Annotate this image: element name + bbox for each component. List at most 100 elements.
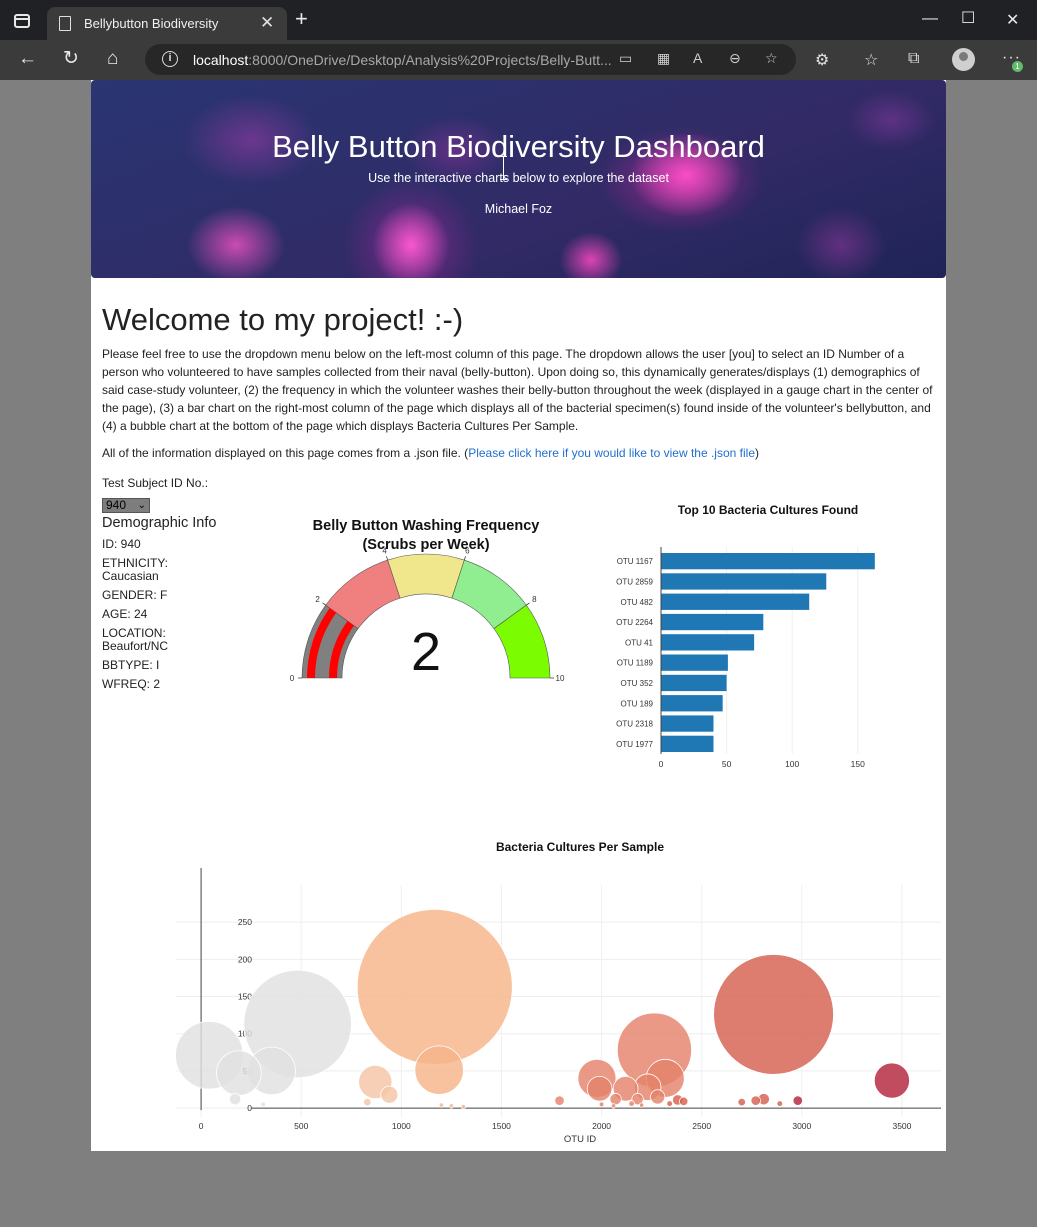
bacteria-bubble-chart: Bacteria Cultures Per Sample050100150200… [175,840,941,1145]
intro-paragraph: Please feel free to use the dropdown men… [102,347,933,433]
bar [661,553,875,570]
bar-category-label: OTU 2318 [616,720,653,729]
gauge-tick-label: 4 [382,547,387,556]
demographic-row: WFREQ: 2 [102,677,161,691]
bubble [380,1085,399,1104]
bar [661,695,723,712]
welcome-heading: Welcome to my project! :-) [102,302,464,337]
bar [661,613,764,631]
refresh-icon[interactable]: ↻ [63,48,79,70]
browser-tab[interactable]: Bellybutton Biodiversity ✕ [47,7,287,40]
bar [661,654,728,671]
bubble [438,1102,444,1108]
bar-category-label: OTU 1189 [617,659,654,668]
bubble [792,1095,803,1106]
subject-id-label: Test Subject ID No.: [102,476,209,490]
gauge-tick [526,602,530,606]
bubble-x-tick-label: 500 [294,1121,308,1131]
bar-x-tick-label: 150 [851,759,865,769]
collections-icon[interactable]: ⧉ [908,50,919,68]
home-icon[interactable]: ⌂ [107,48,118,70]
bar [661,573,827,590]
maximize-icon[interactable]: ☐ [961,8,975,28]
bar-category-label: OTU 1977 [616,740,653,749]
bubble [554,1095,565,1106]
grid-icon[interactable]: ▦ [657,50,670,67]
bubble-y-tick-label: 200 [238,954,252,964]
bubble [713,954,834,1075]
demographic-row: AGE: 24 [102,607,148,621]
bubble [750,1095,761,1106]
gauge-tick-label: 0 [290,674,295,683]
demographic-panel: ID: 940 ETHNICITY: Caucasian GENDER: F A… [102,538,222,697]
bubble-x-tick-label: 1000 [392,1121,411,1131]
bubble-chart-title: Bacteria Cultures Per Sample [496,840,664,854]
bar-category-label: OTU 482 [621,598,654,607]
browser-tab-bar: Bellybutton Biodiversity ✕ + — ☐ ✕ [0,0,1037,40]
close-window-icon[interactable]: ✕ [1006,10,1019,30]
url-field[interactable]: i localhost:8000/OneDrive/Desktop/Analys… [145,44,796,75]
bubble [414,1045,464,1095]
close-tab-icon[interactable]: ✕ [260,13,274,33]
profile-avatar[interactable] [952,48,975,71]
tab-actions-icon[interactable] [14,14,30,28]
bubble-x-tick-label: 2000 [592,1121,611,1131]
read-aloud-icon[interactable]: A [693,50,702,66]
notification-badge: 1 [1012,61,1023,72]
bar-chart-title: Top 10 Bacteria Cultures Found [678,503,858,517]
gauge-step [387,553,465,599]
app-available-icon[interactable]: ▭ [619,50,632,67]
demographic-row: BBTYPE: I [102,658,160,672]
info-icon[interactable]: i [162,51,178,67]
gauge-tick-label: 2 [315,595,320,604]
chevron-down-icon: ⌄ [137,500,146,511]
bubble-x-tick-label: 1500 [492,1121,511,1131]
favorites-icon[interactable]: ☆ [864,50,878,70]
gauge-value: 2 [411,622,441,682]
bar [661,634,755,651]
bar [661,735,714,752]
bar-x-tick-label: 50 [722,759,732,769]
bubble [586,1075,613,1102]
bubble [460,1103,467,1110]
bubble-y-tick-label: 250 [238,917,252,927]
washing-frequency-gauge: Belly Button Washing Frequency(Scrubs pe… [290,518,565,683]
json-source-line: All of the information displayed on this… [102,446,759,460]
bar-category-label: OTU 189 [621,699,654,708]
subject-id-dropdown[interactable]: 940 ⌄ [102,498,150,513]
bubble [260,1101,266,1108]
bar-category-label: OTU 1167 [617,557,654,566]
bar-x-tick-label: 100 [785,759,799,769]
hero-subtitle: Use the interactive charts below to expl… [368,171,669,185]
minimize-icon[interactable]: — [922,10,938,28]
text-cursor [500,156,507,180]
bubble [356,908,513,1065]
bubble [776,1100,784,1107]
page-icon [59,16,71,31]
bubble [666,1100,673,1107]
new-tab-icon[interactable]: + [295,8,308,30]
extensions-icon[interactable]: ⚙ [815,50,829,70]
demographic-row: GENDER: F [102,588,168,602]
bubble [737,1097,746,1107]
bubble [216,1050,262,1096]
gauge-tick-label: 8 [532,595,537,604]
url-text: localhost:8000/OneDrive/Desktop/Analysis… [193,52,612,68]
bar-category-label: OTU 2859 [616,577,653,586]
bar-category-label: OTU 41 [625,638,654,647]
bar [661,674,727,692]
bubble [229,1093,242,1106]
gauge-tick [322,602,326,606]
favorite-add-icon[interactable]: ☆ [765,50,778,67]
gauge-tick-label: 6 [465,547,470,556]
zoom-out-icon[interactable]: ⊖ [729,50,741,67]
bar [661,715,714,732]
gauge-title: Belly Button Washing Frequency [313,518,540,534]
bar-category-label: OTU 352 [621,679,654,688]
bubble [628,1100,635,1107]
bubble [598,1101,605,1108]
bar-category-label: OTU 2264 [616,618,653,627]
json-file-link[interactable]: Please click here if you would like to v… [468,446,755,460]
back-icon[interactable]: ← [18,48,37,70]
gauge-tick [386,556,389,561]
